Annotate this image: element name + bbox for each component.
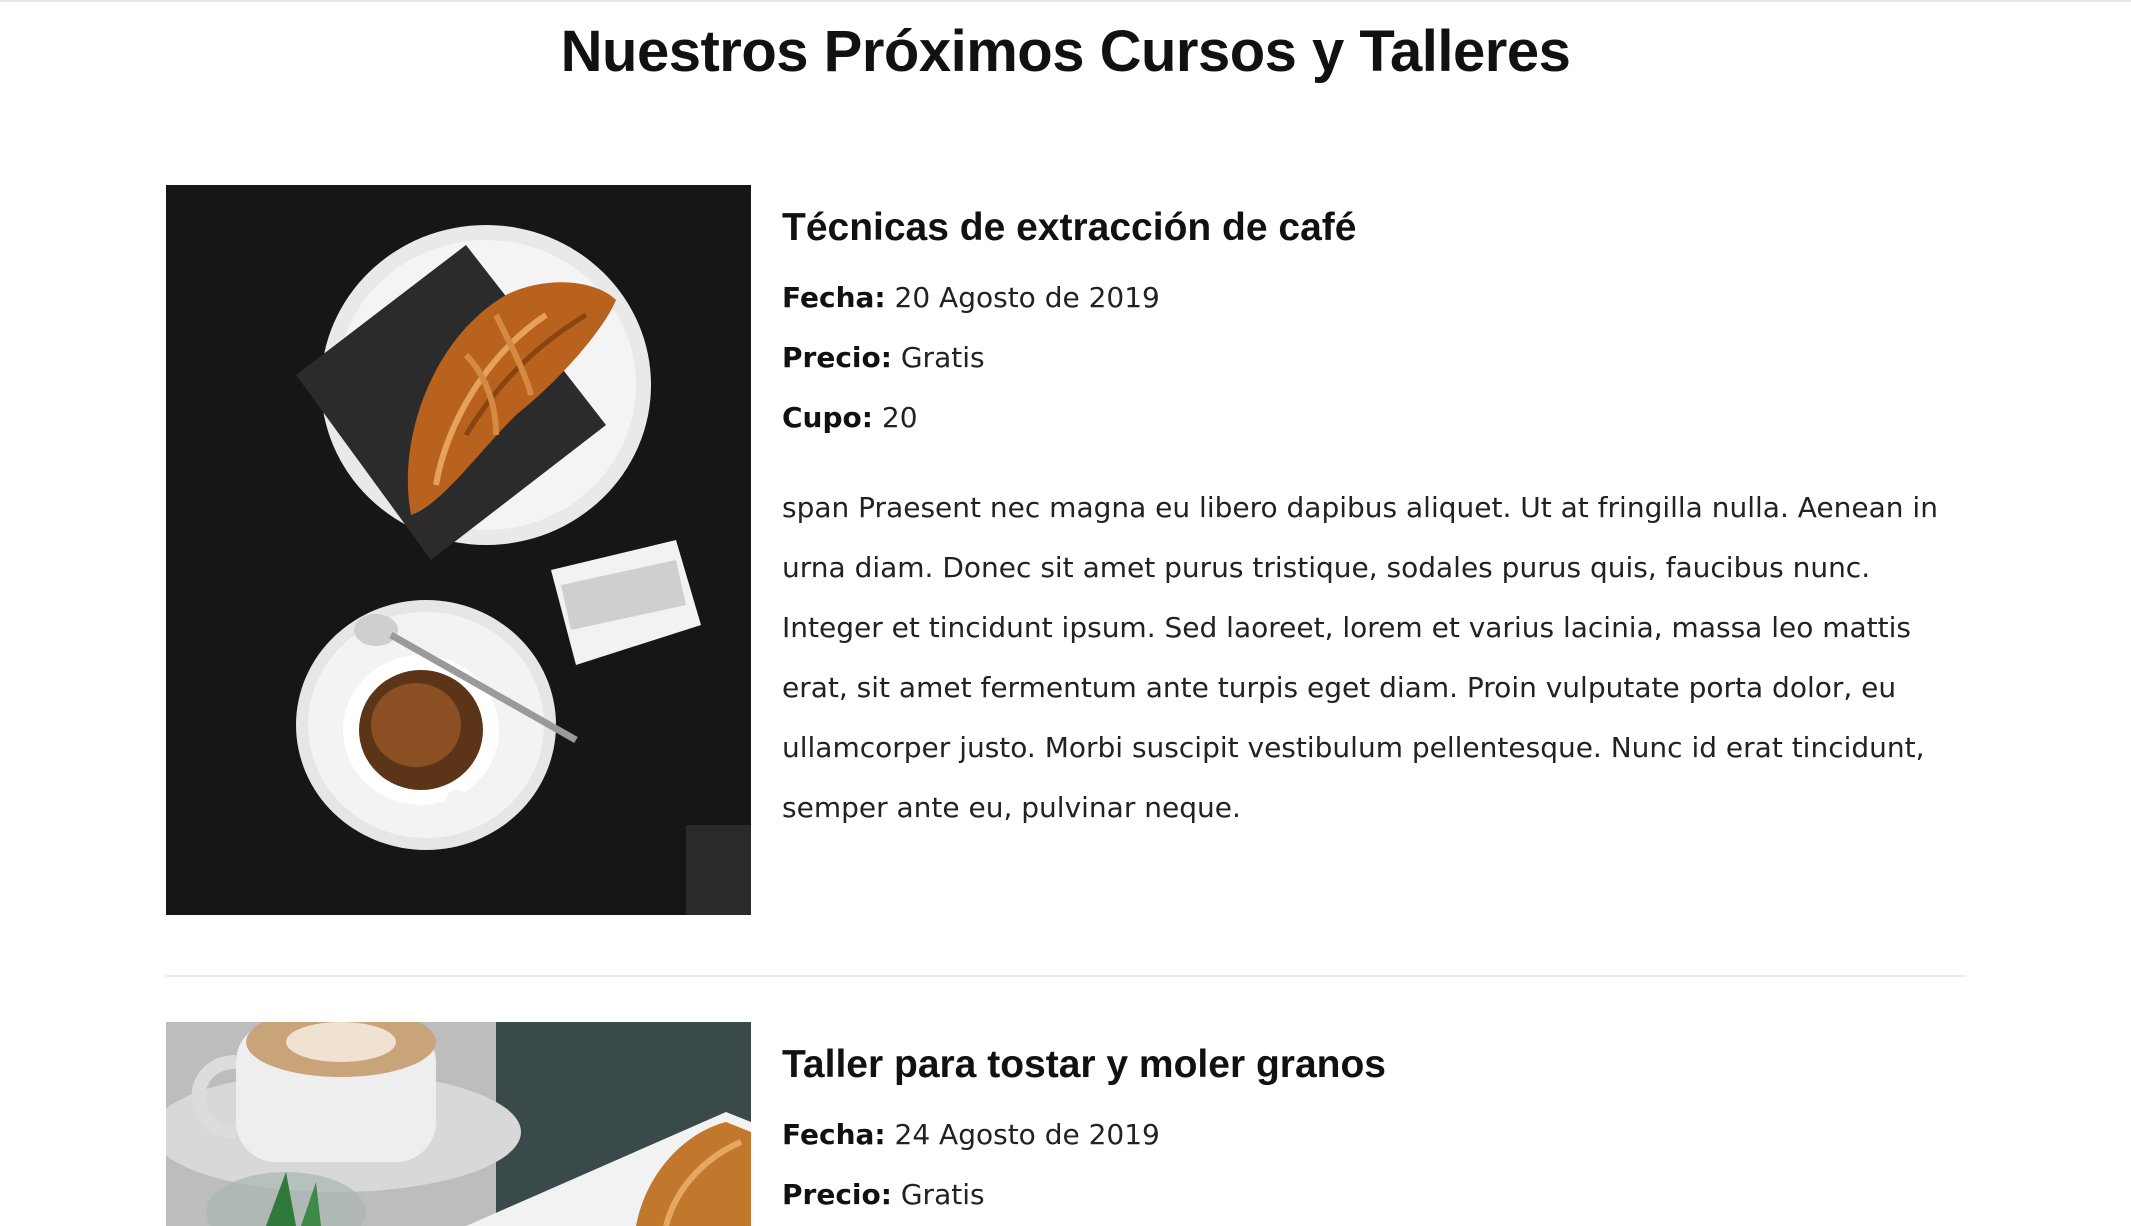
course-divider bbox=[166, 975, 1966, 977]
price-label: Precio: bbox=[782, 340, 892, 374]
price-value: Gratis bbox=[900, 340, 985, 374]
course-capacity: Cupo: 20 bbox=[782, 388, 1966, 448]
course-image bbox=[166, 185, 751, 915]
date-label: Fecha: bbox=[782, 1117, 886, 1151]
course-meta: Fecha: 24 Agosto de 2019 Precio: Gratis bbox=[782, 1105, 1966, 1225]
course-title: Técnicas de extracción de café bbox=[782, 206, 1357, 249]
capacity-value: 20 bbox=[881, 400, 918, 434]
price-label: Precio: bbox=[782, 1177, 892, 1211]
cappuccino-pastry-photo bbox=[166, 1022, 751, 1226]
course-image bbox=[166, 1022, 751, 1226]
course-details: Taller para tostar y moler granos Fecha:… bbox=[782, 1022, 1966, 1225]
course-price: Precio: Gratis bbox=[782, 1165, 1966, 1225]
date-value: 20 Agosto de 2019 bbox=[894, 280, 1160, 314]
page-title: Nuestros Próximos Cursos y Talleres bbox=[560, 19, 1571, 84]
course-price: Precio: Gratis bbox=[782, 328, 1966, 388]
top-divider bbox=[0, 0, 2131, 2]
course-details: Técnicas de extracción de café Fecha: 20… bbox=[782, 185, 1966, 838]
course-meta: Fecha: 20 Agosto de 2019 Precio: Gratis … bbox=[782, 268, 1966, 448]
capacity-label: Cupo: bbox=[782, 400, 873, 434]
croissant-espresso-photo bbox=[166, 185, 751, 915]
course-card: Taller para tostar y moler granos Fecha:… bbox=[166, 1022, 1966, 1226]
course-date: Fecha: 20 Agosto de 2019 bbox=[782, 268, 1966, 328]
date-value: 24 Agosto de 2019 bbox=[894, 1117, 1160, 1151]
price-value: Gratis bbox=[900, 1177, 985, 1211]
course-title: Taller para tostar y moler granos bbox=[782, 1043, 1386, 1086]
date-label: Fecha: bbox=[782, 280, 886, 314]
course-description: span Praesent nec magna eu libero dapibu… bbox=[782, 490, 1938, 824]
course-date: Fecha: 24 Agosto de 2019 bbox=[782, 1105, 1966, 1165]
course-card: Técnicas de extracción de café Fecha: 20… bbox=[166, 185, 1966, 915]
